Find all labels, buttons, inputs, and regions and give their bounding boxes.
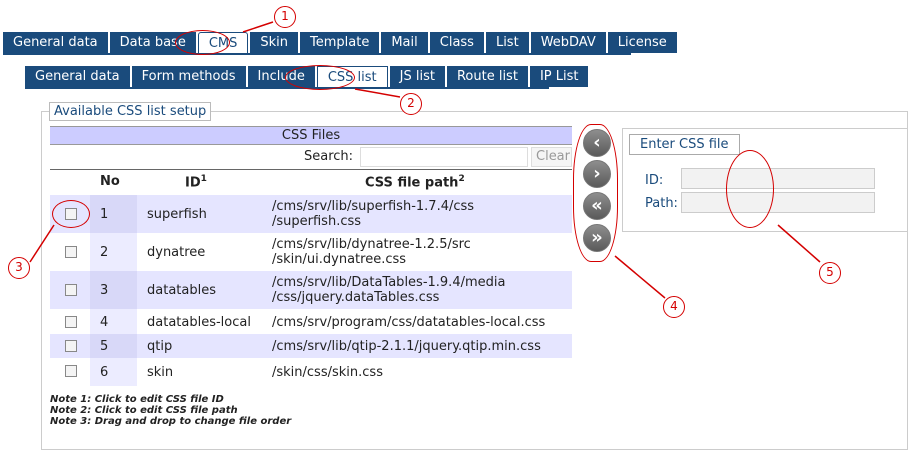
callout-3: 3 bbox=[8, 257, 30, 279]
callout-lines bbox=[29, 21, 821, 299]
callout-5: 5 bbox=[819, 262, 841, 284]
callout-4: 4 bbox=[663, 296, 685, 318]
callout-1: 1 bbox=[274, 6, 296, 28]
callout-2: 2 bbox=[400, 93, 422, 115]
